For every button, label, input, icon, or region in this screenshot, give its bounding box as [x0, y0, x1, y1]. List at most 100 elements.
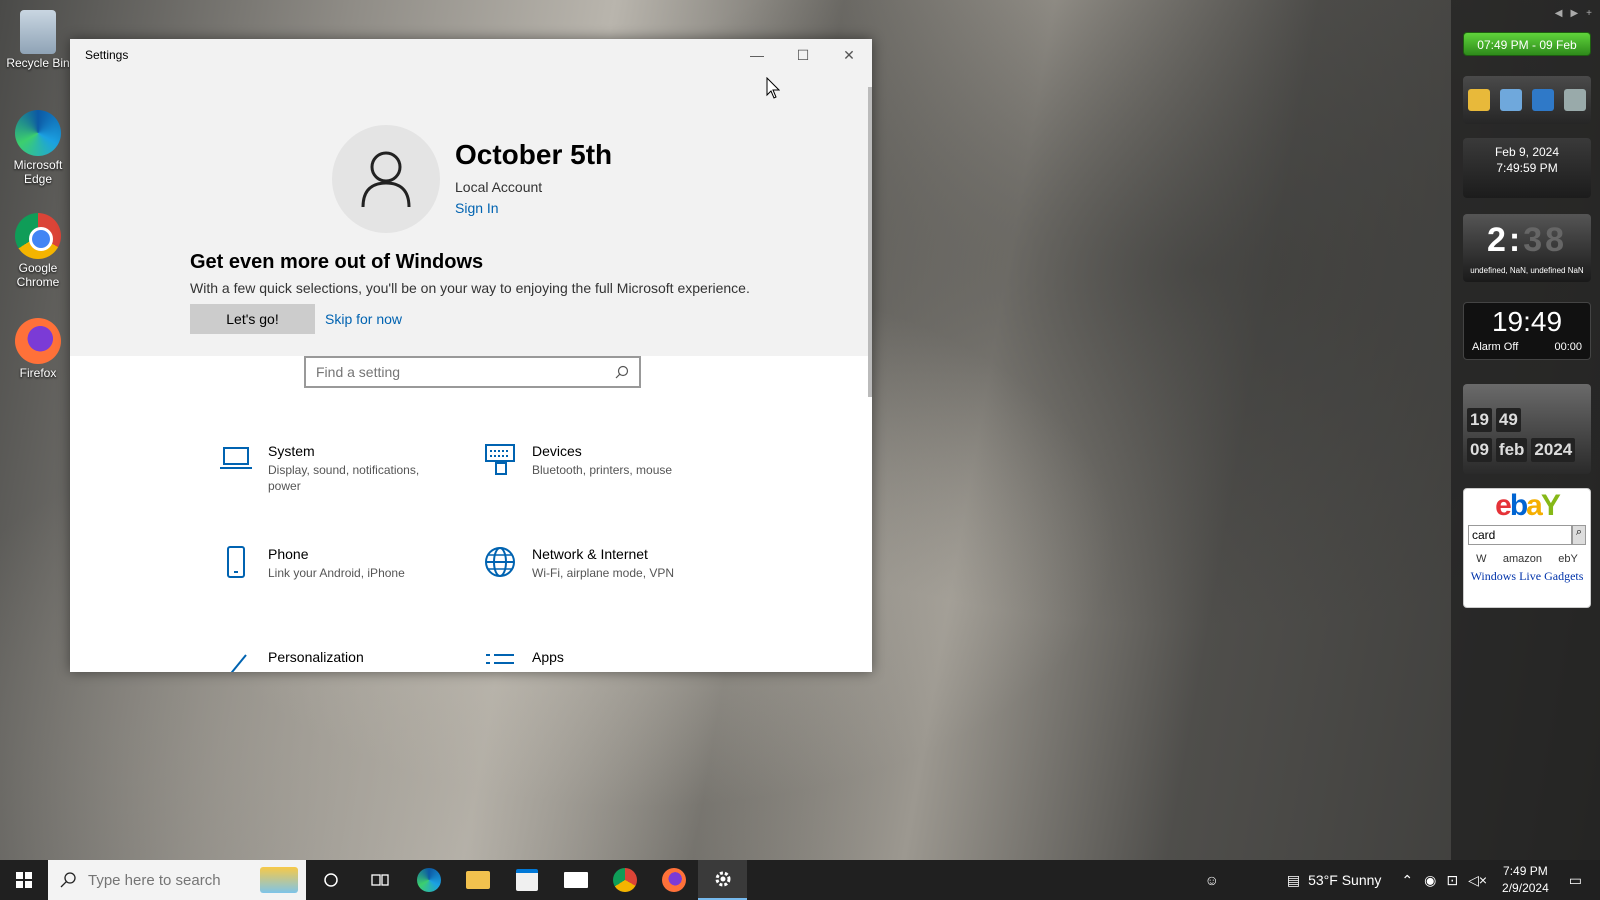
- volume-muted-icon[interactable]: ◁×: [1463, 872, 1492, 889]
- promo-title: Get even more out of Windows: [190, 251, 484, 273]
- alarm-time: 00:00: [1554, 341, 1582, 353]
- ebay-search-input[interactable]: [1468, 525, 1572, 545]
- search-input[interactable]: [316, 364, 615, 380]
- category-devices[interactable]: Devices Bluetooth, printers, mouse: [484, 443, 702, 478]
- start-button[interactable]: [0, 860, 48, 900]
- digital-clock-gadget[interactable]: 2:38 undefined, NaN, undefined NaN: [1463, 214, 1591, 282]
- news-icon[interactable]: ▤: [1279, 872, 1308, 889]
- notification-icon[interactable]: ▭: [1559, 872, 1600, 889]
- folder-icon[interactable]: [1468, 89, 1490, 111]
- meet-now-icon[interactable]: ◉: [1419, 872, 1441, 889]
- desktop-icon-firefox[interactable]: Firefox: [4, 318, 72, 380]
- engine-amazon[interactable]: amazon: [1503, 553, 1542, 565]
- search-icon[interactable]: ⌕: [1572, 525, 1586, 545]
- taskbar-chrome[interactable]: [600, 860, 649, 900]
- taskbar-settings[interactable]: [698, 860, 747, 900]
- chevron-up-icon[interactable]: ⌃: [1395, 872, 1419, 889]
- launcher-gadget[interactable]: [1463, 76, 1591, 124]
- sidebar-nav[interactable]: ◀ ▶ +: [1555, 8, 1592, 19]
- windows-live-gadgets-link[interactable]: Windows Live Gadgets: [1464, 569, 1590, 584]
- desktop-icon-recycle-bin[interactable]: Recycle Bin: [4, 10, 72, 70]
- taskbar-mail[interactable]: [551, 860, 600, 900]
- sign-in-link[interactable]: Sign In: [455, 200, 499, 216]
- ebay-logo: ebaY: [1495, 489, 1561, 522]
- desktop-icon-label: Google Chrome: [16, 261, 60, 289]
- category-personalization[interactable]: Personalization: [220, 649, 364, 672]
- gadget-sidebar: ◀ ▶ + 07:49 PM - 09 Feb Feb 9, 2024 7:49…: [1451, 0, 1600, 860]
- phone-icon: [220, 546, 252, 578]
- cortana-button[interactable]: [306, 860, 355, 900]
- search-icon: [615, 365, 629, 379]
- desktop-icon-edge[interactable]: Microsoft Edge: [4, 110, 72, 186]
- category-description: Bluetooth, printers, mouse: [532, 463, 673, 477]
- skip-for-now-link[interactable]: Skip for now: [325, 311, 402, 327]
- arrow-left-icon[interactable]: ◀: [1555, 8, 1563, 19]
- globe-icon: [484, 546, 516, 578]
- keyboard-icon: [484, 443, 516, 475]
- recycle-bin-icon[interactable]: [1564, 89, 1586, 111]
- category-phone[interactable]: Phone Link your Android, iPhone: [220, 546, 438, 581]
- weather-widget[interactable]: 53°F Sunny: [1308, 872, 1395, 888]
- taskbar-store[interactable]: [502, 860, 551, 900]
- desktop-icon-label: Microsoft Edge: [13, 158, 63, 186]
- find-setting-search[interactable]: [304, 356, 641, 388]
- category-description: Wi-Fi, airplane mode, VPN: [532, 566, 675, 580]
- category-name: Devices: [532, 443, 582, 459]
- network-icon[interactable]: ⊡: [1441, 872, 1463, 889]
- taskbar-firefox[interactable]: [649, 860, 698, 900]
- engine-wikipedia[interactable]: W: [1476, 553, 1486, 565]
- category-name: Phone: [268, 546, 309, 562]
- alarm-status: Alarm Off: [1472, 341, 1519, 353]
- taskbar-file-explorer[interactable]: [453, 860, 502, 900]
- taskbar-clock[interactable]: 7:49 PM 2/9/2024: [1492, 863, 1559, 897]
- category-description: Link your Android, iPhone: [268, 566, 405, 580]
- store-icon: [515, 869, 538, 891]
- add-gadget-icon[interactable]: +: [1586, 8, 1592, 19]
- avatar: [332, 125, 440, 233]
- date-time-gadget[interactable]: Feb 9, 2024 7:49:59 PM: [1463, 138, 1591, 198]
- flip-minute: 49: [1495, 408, 1521, 432]
- window-scrollbar[interactable]: [868, 87, 872, 397]
- people-icon[interactable]: ☺: [1205, 872, 1279, 888]
- cortana-icon: [323, 873, 338, 887]
- internet-explorer-icon[interactable]: [1532, 89, 1554, 111]
- system-tray: ☺ ▤ 53°F Sunny ⌃ ◉ ⊡ ◁× 7:49 PM 2/9/2024…: [1205, 860, 1600, 900]
- flip-hour: 19: [1467, 408, 1492, 432]
- taskbar-edge[interactable]: [404, 860, 453, 900]
- gadget-date: Feb 9, 2024: [1494, 145, 1560, 159]
- category-apps[interactable]: Apps: [484, 649, 564, 672]
- alarm-clock-time: 19:49: [1491, 306, 1563, 337]
- chrome-icon: [612, 868, 637, 892]
- flip-clock-gadget[interactable]: 19 49 09 feb 2024: [1463, 384, 1591, 474]
- alarm-clock-gadget[interactable]: 19:49 Alarm Off 00:00: [1463, 302, 1591, 360]
- promo-description: With a few quick selections, you'll be o…: [190, 280, 750, 296]
- category-name: Personalization: [268, 649, 364, 665]
- ebay-search-gadget: ebaY ⌕ W amazon ebY Windows Live Gadgets: [1463, 488, 1591, 608]
- minimize-button[interactable]: —: [734, 39, 780, 71]
- close-button[interactable]: ✕: [826, 39, 872, 71]
- maximize-button[interactable]: ☐: [780, 39, 826, 71]
- recycle-bin-icon: [20, 10, 56, 54]
- lets-go-button[interactable]: Let's go!: [190, 304, 315, 334]
- taskbar-search[interactable]: [48, 860, 306, 900]
- category-network-internet[interactable]: Network & Internet Wi-Fi, airplane mode,…: [484, 546, 702, 581]
- mail-icon: [563, 872, 588, 888]
- taskbar: ☺ ▤ 53°F Sunny ⌃ ◉ ⊡ ◁× 7:49 PM 2/9/2024…: [0, 860, 1600, 900]
- windows-logo-icon: [16, 872, 32, 888]
- gadget-time: 7:49:59 PM: [1496, 161, 1558, 175]
- arrow-right-icon[interactable]: ▶: [1570, 8, 1578, 19]
- search-engine-list: W amazon ebY: [1468, 553, 1586, 565]
- computer-icon[interactable]: [1500, 89, 1522, 111]
- task-view-button[interactable]: [355, 860, 404, 900]
- chrome-icon: [15, 213, 61, 259]
- green-clock-gadget[interactable]: 07:49 PM - 09 Feb: [1463, 32, 1591, 56]
- category-system[interactable]: System Display, sound, notifications, po…: [220, 443, 438, 494]
- desktop-icon-label: Firefox: [19, 366, 57, 380]
- taskbar-search-input[interactable]: [88, 871, 248, 889]
- mouse-cursor-icon: [766, 77, 780, 99]
- category-name: Network & Internet: [532, 546, 648, 562]
- desktop-icon-chrome[interactable]: Google Chrome: [4, 213, 72, 289]
- category-description: Display, sound, notifications, power: [268, 463, 420, 493]
- engine-ebay[interactable]: ebY: [1558, 553, 1578, 565]
- window-titlebar[interactable]: Settings — ☐ ✕: [70, 39, 872, 71]
